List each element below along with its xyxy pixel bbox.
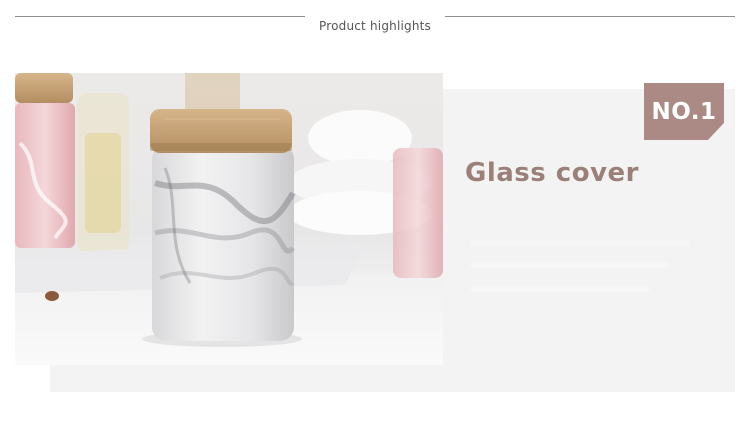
faint-text-line: [470, 262, 670, 268]
header-rule-right: [445, 16, 735, 17]
product-photo: [15, 73, 443, 365]
faint-text-line: [470, 240, 690, 246]
feature-title: Glass cover: [465, 158, 639, 188]
section-title: Product highlights: [319, 19, 431, 33]
faint-text-line: [470, 286, 650, 292]
rank-badge: NO.1: [644, 83, 724, 140]
header-rule-left: [15, 16, 305, 17]
